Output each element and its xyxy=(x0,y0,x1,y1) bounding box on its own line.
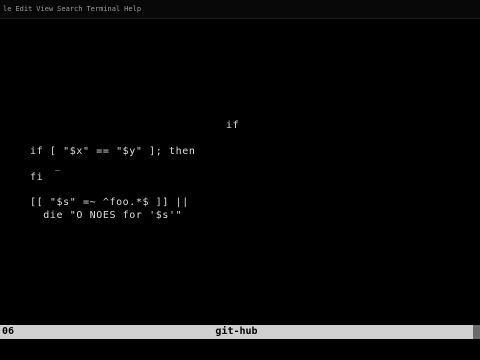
status-bar-scroll-cap xyxy=(473,325,480,339)
code-line-die: die "O NOES for '$s'" xyxy=(30,210,183,221)
menu-help[interactable]: Help xyxy=(124,5,141,13)
menu-bar: le Edit View Search Terminal Help xyxy=(0,0,480,18)
code-line-regex: [[ "$s" =~ ^foo.*$ ]] || xyxy=(30,197,189,208)
menu-edit[interactable]: Edit xyxy=(15,5,32,13)
command-line-area[interactable] xyxy=(0,339,480,360)
menu-view[interactable]: View xyxy=(36,5,53,13)
status-title: git-hub xyxy=(215,326,258,337)
menu-file[interactable]: le xyxy=(3,5,11,13)
code-line-if-test: if [ "$x" == "$y" ]; then xyxy=(30,146,196,157)
menu-search[interactable]: Search xyxy=(57,5,82,13)
code-line-if-header: if xyxy=(226,120,240,131)
cursor-mark: _ xyxy=(55,162,61,172)
status-bar: 06 git-hub xyxy=(0,325,473,339)
code-line-fi: fi xyxy=(30,172,44,183)
menu-terminal[interactable]: Terminal xyxy=(86,5,120,13)
terminal-area[interactable]: if if [ "$x" == "$y" ]; then _ fi [[ "$s… xyxy=(0,19,480,325)
